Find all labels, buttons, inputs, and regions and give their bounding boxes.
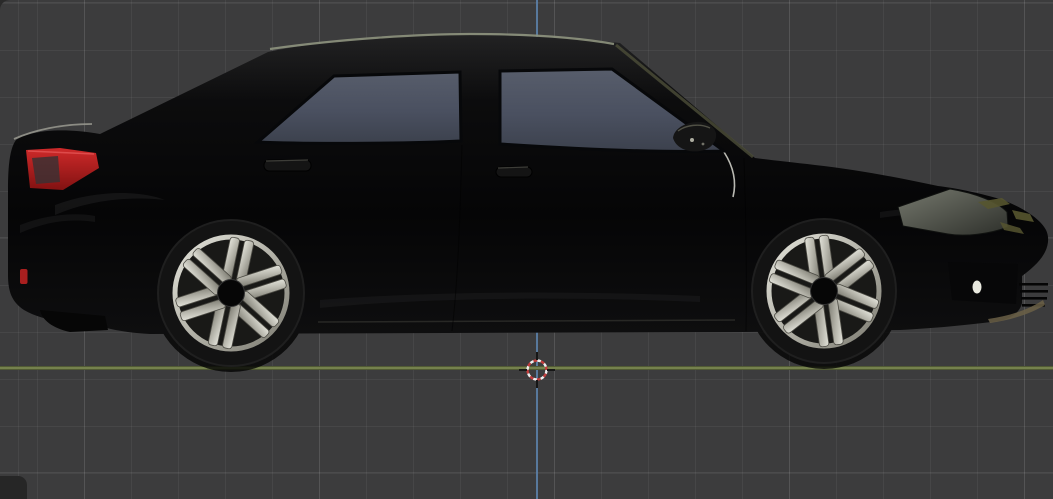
car-model[interactable] bbox=[0, 0, 1053, 499]
3d-cursor-icon bbox=[519, 352, 555, 388]
foglight-recess bbox=[948, 262, 1018, 304]
front-wheel bbox=[751, 218, 897, 364]
rear-wheel bbox=[157, 219, 305, 367]
3d-viewport[interactable] bbox=[0, 0, 1053, 499]
editor-corner bbox=[0, 476, 27, 499]
screenshot-stage bbox=[0, 0, 1053, 499]
fog-light bbox=[972, 280, 982, 294]
rear-door-handle bbox=[263, 159, 312, 172]
rear-reflector bbox=[20, 269, 28, 284]
front-door-handle bbox=[495, 166, 533, 178]
